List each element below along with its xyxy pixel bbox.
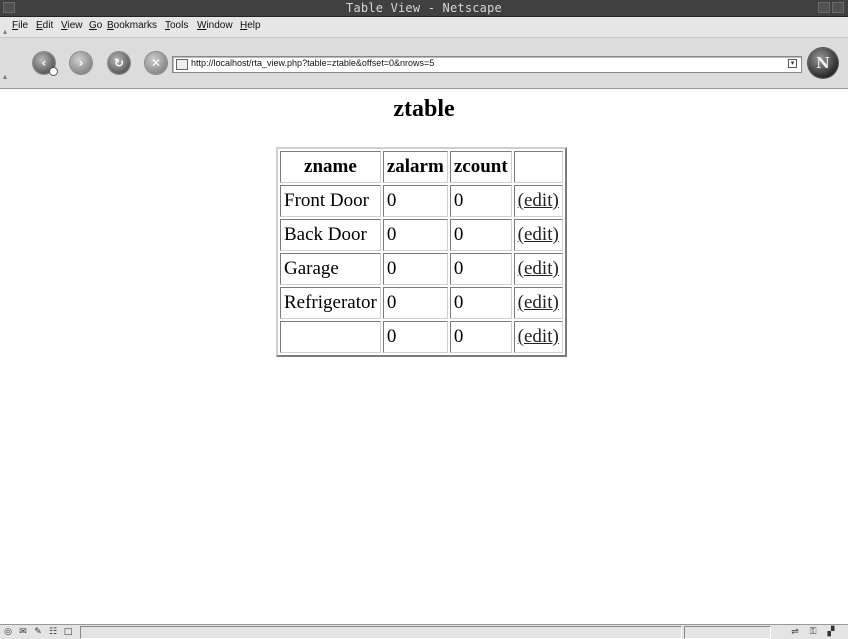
toolbar-grip-icon[interactable]: ▴ [3,72,7,81]
cell-zname [280,321,381,353]
column-header-zname: zname [280,151,381,183]
menu-tools[interactable]: Tools [165,20,188,31]
cell-zcount: 0 [449,287,512,319]
cell-zcount: 0 [449,219,512,251]
menu-edit[interactable]: Edit [36,20,53,31]
window-titlebar[interactable]: Table View - Netscape [0,0,848,17]
chat-icon[interactable]: □ [63,627,73,637]
status-message-area [80,626,682,639]
composer-icon[interactable]: ✎ [33,627,43,637]
menu-help[interactable]: Help [240,20,261,31]
url-history-dropdown-icon[interactable]: ▾ [788,59,797,68]
cell-zalarm: 0 [382,219,448,251]
navigator-icon[interactable]: ◎ [3,627,13,637]
menu-bar: ▴ File Edit View Go Bookmarks Tools Wind… [0,17,848,38]
status-bar: ◎ ✉ ✎ ☷ □ ⇌ ⚿ ▞ [0,624,848,639]
forward-arrow-icon: › [78,56,84,70]
cell-zname: Back Door [280,219,381,251]
minimize-icon[interactable] [818,2,830,13]
connection-icon[interactable]: ⇌ [790,627,800,637]
cell-zname: Front Door [280,185,381,217]
back-arrow-icon: ‹ [41,56,47,70]
cell-zname: Refrigerator [280,287,381,319]
status-progress-area [684,626,771,639]
netscape-logo-icon[interactable]: N [808,48,838,78]
page-content: ztable zname zalarm zcount Front Door 0 … [0,89,848,624]
column-header-zcount: zcount [449,151,512,183]
menubar-grip-icon[interactable]: ▴ [3,27,7,36]
menu-bookmarks[interactable]: Bookmarks [107,20,157,31]
mail-icon[interactable]: ✉ [18,627,28,637]
component-bar-icon[interactable]: ▞ [826,627,836,637]
menu-view[interactable]: View [61,20,83,31]
address-book-icon[interactable]: ☷ [48,627,58,637]
url-text[interactable]: http://localhost/rta_view.php?table=ztab… [191,58,434,68]
navigation-toolbar: ▴ ‹ › ↻ ✕ http://localhost/rta_view.php?… [0,38,848,89]
cell-action: (edit) [513,219,563,251]
cell-zalarm: 0 [382,253,448,285]
cell-action: (edit) [513,185,563,217]
cell-action: (edit) [513,321,563,353]
window-title: Table View - Netscape [346,1,502,15]
menu-file[interactable]: File [12,20,28,31]
edit-link[interactable]: (edit) [518,326,559,347]
stop-icon: ✕ [150,56,162,70]
edit-link[interactable]: (edit) [518,224,559,245]
menu-go[interactable]: Go [89,20,102,31]
table-row: 0 0 (edit) [280,321,563,353]
stop-button[interactable]: ✕ [145,52,167,74]
table-row: Garage 0 0 (edit) [280,253,563,285]
cell-zalarm: 0 [382,321,448,353]
cell-zcount: 0 [449,185,512,217]
cell-zcount: 0 [449,321,512,353]
column-header-zalarm: zalarm [382,151,448,183]
site-icon [176,59,188,70]
column-header-action [513,151,563,183]
page-title: ztable [393,96,455,122]
data-table: zname zalarm zcount Front Door 0 0 (edit… [276,147,567,357]
cell-zalarm: 0 [382,287,448,319]
cell-zname: Garage [280,253,381,285]
back-history-dropdown-icon[interactable] [49,67,58,76]
cell-zcount: 0 [449,253,512,285]
table-row: Back Door 0 0 (edit) [280,219,563,251]
cell-action: (edit) [513,253,563,285]
menu-window[interactable]: Window [197,20,233,31]
table-header-row: zname zalarm zcount [280,151,563,183]
edit-link[interactable]: (edit) [518,258,559,279]
cell-action: (edit) [513,287,563,319]
cell-zalarm: 0 [382,185,448,217]
url-field[interactable]: http://localhost/rta_view.php?table=ztab… [172,56,802,73]
edit-link[interactable]: (edit) [518,190,559,211]
back-button[interactable]: ‹ [33,52,58,76]
table-row: Refrigerator 0 0 (edit) [280,287,563,319]
forward-button[interactable]: › [70,52,92,74]
maximize-icon[interactable] [832,2,844,13]
reload-button[interactable]: ↻ [108,52,130,74]
table-row: Front Door 0 0 (edit) [280,185,563,217]
edit-link[interactable]: (edit) [518,292,559,313]
reload-icon: ↻ [113,56,125,70]
security-lock-icon[interactable]: ⚿ [808,627,818,637]
